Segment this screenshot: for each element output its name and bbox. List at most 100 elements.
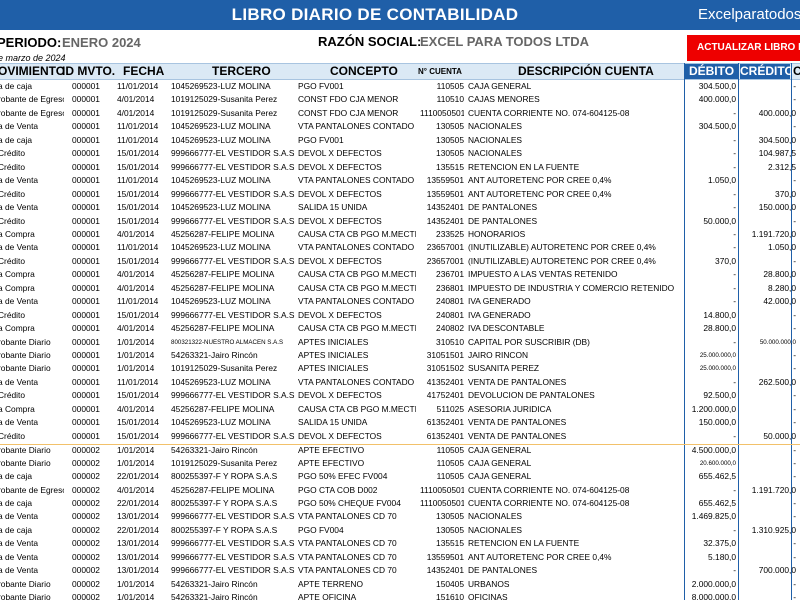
page-title: LIBRO DIARIO DE CONTABILIDAD bbox=[231, 5, 519, 24]
row-fecha-cell: 11/01/2014 bbox=[117, 134, 159, 145]
row-cuenta-cell: 110505 bbox=[436, 445, 464, 456]
update-libro-button[interactable]: ACTUALIZAR LIBRO M bbox=[687, 35, 800, 61]
row-credito-cell: - bbox=[793, 551, 796, 562]
row-cuenta-cell: 135515 bbox=[436, 538, 464, 549]
row-credito-cell: - bbox=[793, 255, 796, 266]
row-tercero-cell: 45256287-FELIPE MOLINA bbox=[171, 323, 275, 334]
row-credito-cell: 28.800,0 bbox=[763, 269, 796, 280]
row-concepto-cell: VTA PANTALONES CD 70 bbox=[298, 565, 397, 576]
row-movimiento-cell: robante Diario bbox=[0, 350, 51, 360]
row-debito-cell: 655.462,5 bbox=[698, 471, 736, 482]
row-credito-cell: - bbox=[793, 215, 796, 226]
row-descripcion-cell: NACIONALES bbox=[468, 524, 522, 535]
row-debito-cell: - bbox=[733, 134, 736, 145]
row-id-cell: 000001 bbox=[72, 148, 100, 159]
table-row: a de Venta 000002 13/01/2014 999666777-EL V… bbox=[0, 511, 800, 522]
row-cuenta-cell: 151610 bbox=[436, 592, 464, 600]
row-cuenta-cell: 14352401 bbox=[426, 215, 464, 226]
col-header-tercero: TERCERO bbox=[212, 64, 271, 78]
row-concepto-cell: APTE EFECTIVO bbox=[298, 457, 365, 468]
row-credito-cell: - bbox=[793, 471, 796, 482]
row-tercero-cell: 54263321-Jairo Rincón bbox=[171, 445, 258, 456]
row-debito-cell: - bbox=[733, 202, 736, 213]
row-descripcion-cell: CAJA GENERAL bbox=[468, 471, 532, 482]
row-tercero-cell: 999666777-EL VESTIDOR S.A.S. bbox=[171, 188, 295, 199]
row-id-cell: 000001 bbox=[72, 228, 100, 239]
row-id-cell: 000001 bbox=[72, 121, 100, 132]
row-concepto-cell: SALIDA 15 UNIDA bbox=[298, 417, 368, 428]
row-debito-cell: 50.000,0 bbox=[703, 215, 736, 226]
row-cuenta-cell: 13559501 bbox=[426, 175, 464, 186]
row-fecha-cell: 1/01/2014 bbox=[117, 592, 155, 600]
table-row: robante de Egreso 000001 4/01/2014 10191250… bbox=[0, 94, 800, 105]
table-row: Crédito 000001 15/01/2014 999666777-EL VEST… bbox=[0, 216, 800, 227]
row-debito-cell: 655.462,5 bbox=[698, 497, 736, 508]
row-credito-cell: - bbox=[793, 417, 796, 428]
row-descripcion-cell: RETENCION EN LA FUENTE bbox=[468, 538, 580, 549]
row-credito-cell: - bbox=[793, 445, 796, 456]
row-cuenta-cell: 240802 bbox=[436, 323, 464, 334]
row-credito-cell: - bbox=[793, 592, 796, 600]
row-descripcion-cell: (INUTILIZABLE) AUTORETENC POR CREE 0,4% bbox=[468, 242, 656, 253]
row-fecha-cell: 13/01/2014 bbox=[117, 565, 159, 576]
row-cuenta-cell: 150405 bbox=[436, 578, 464, 589]
row-concepto-cell: PGO 50% EFEC FV004 bbox=[298, 471, 388, 482]
row-descripcion-cell: CAJAS MENORES bbox=[468, 94, 540, 105]
table-row: a Compra 000001 4/01/2014 45256287-FELIPE M… bbox=[0, 229, 800, 240]
row-tercero-cell: 54263321-Jairo Rincón bbox=[171, 350, 258, 360]
row-descripcion-cell: IVA GENERADO bbox=[468, 296, 531, 307]
row-cuenta-cell: 14352401 bbox=[426, 202, 464, 213]
row-tercero-cell: 1045269523-LUZ MOLINA bbox=[171, 242, 271, 253]
row-fecha-cell: 15/01/2014 bbox=[117, 202, 159, 213]
row-id-cell: 000001 bbox=[72, 202, 100, 213]
row-debito-cell: 25.000.000,0 bbox=[699, 365, 736, 373]
row-tercero-cell: 1019125029-Susanita Perez bbox=[171, 363, 278, 374]
row-id-cell: 000002 bbox=[72, 445, 100, 456]
row-cuenta-cell: 236701 bbox=[436, 269, 464, 280]
row-concepto-cell: APTE OFICINA bbox=[298, 592, 357, 600]
row-id-cell: 000002 bbox=[72, 457, 100, 468]
row-credito-cell: 50.000.000,0 bbox=[759, 338, 796, 346]
row-descripcion-cell: CAPITAL POR SUSCRIBIR (DB) bbox=[468, 336, 590, 347]
row-fecha-cell: 13/01/2014 bbox=[117, 511, 159, 522]
row-debito-cell: - bbox=[733, 484, 736, 495]
table-row: Crédito 000001 15/01/2014 999666777-EL VEST… bbox=[0, 189, 800, 200]
row-cuenta-cell: 110505 bbox=[436, 81, 464, 91]
row-cuenta-cell: 130505 bbox=[436, 148, 464, 159]
row-descripcion-cell: CUENTA CORRIENTE NO. 074-604125-08 bbox=[468, 484, 630, 495]
row-movimiento-cell: a Compra bbox=[0, 403, 35, 414]
row-movimiento-cell: robante Diario bbox=[0, 445, 51, 456]
row-debito-cell: 5.180,0 bbox=[708, 551, 736, 562]
row-id-cell: 000002 bbox=[72, 578, 100, 589]
row-debito-cell: 304.500,0 bbox=[698, 121, 736, 132]
row-tercero-cell: 1045269523-LUZ MOLINA bbox=[171, 81, 271, 91]
row-id-cell: 000001 bbox=[72, 242, 100, 253]
row-debito-cell: - bbox=[733, 296, 736, 307]
row-fecha-cell: 1/01/2014 bbox=[117, 336, 155, 347]
row-cuenta-cell: 310510 bbox=[436, 336, 464, 347]
row-id-cell: 000002 bbox=[72, 484, 100, 495]
row-descripcion-cell: CAJA GENERAL bbox=[468, 457, 532, 468]
row-descripcion-cell: DE PANTALONES bbox=[468, 202, 538, 213]
row-concepto-cell: CONST FDO CJA MENOR bbox=[298, 107, 399, 118]
row-fecha-cell: 11/01/2014 bbox=[117, 81, 159, 91]
row-descripcion-cell: (INUTILIZABLE) AUTORETENC POR CREE 0,4% bbox=[468, 255, 656, 266]
row-movimiento-cell: a de Venta bbox=[0, 121, 39, 132]
row-debito-cell: 370,0 bbox=[715, 255, 736, 266]
table-row: a de Venta 000002 13/01/2014 999666777-EL V… bbox=[0, 565, 800, 576]
row-fecha-cell: 1/01/2014 bbox=[117, 578, 155, 589]
table-row: Crédito 000001 15/01/2014 999666777-EL VEST… bbox=[0, 431, 800, 442]
row-credito-cell: 1.191.720,0 bbox=[751, 228, 796, 239]
row-movimiento-cell: a Compra bbox=[0, 228, 35, 239]
row-fecha-cell: 11/01/2014 bbox=[117, 121, 159, 132]
table-row: Crédito 000001 15/01/2014 999666777-EL VEST… bbox=[0, 148, 800, 159]
row-descripcion-cell: ANT AUTORETENC POR CREE 0,4% bbox=[468, 175, 612, 186]
row-concepto-cell: VTA PANTALONES CONTADO bbox=[298, 242, 415, 253]
table-row: a Compra 000001 4/01/2014 45256287-FELIPE M… bbox=[0, 404, 800, 415]
row-credito-cell: 262.500,0 bbox=[758, 376, 796, 387]
column-header-row: OVIMIENTO ID MVTO. FECHA TERCERO CONCEPT… bbox=[0, 63, 800, 80]
row-debito-cell: - bbox=[733, 242, 736, 253]
row-id-cell: 000002 bbox=[72, 471, 100, 482]
row-cuenta-cell: 130505 bbox=[436, 134, 464, 145]
row-descripcion-cell: CUENTA CORRIENTE NO. 074-604125-08 bbox=[468, 497, 630, 508]
